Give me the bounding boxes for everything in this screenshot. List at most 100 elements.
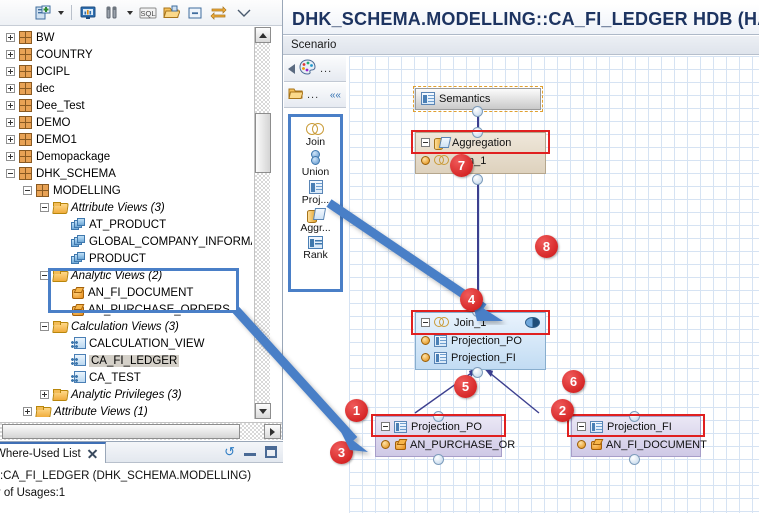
collapse-minus-icon[interactable]: [577, 422, 586, 431]
node-projection-po-input-port[interactable]: [433, 454, 444, 465]
node-projection-po-output-port[interactable]: [433, 411, 444, 422]
collapse-minus-icon[interactable]: [40, 322, 49, 331]
tree-item[interactable]: Attribute Views (1): [0, 403, 252, 417]
tree-item[interactable]: AN_FI_DOCUMENT: [0, 284, 252, 301]
tree-item[interactable]: Analytic Privileges (3): [0, 386, 252, 403]
palette-item-union[interactable]: Union: [289, 150, 342, 179]
collapse-minus-icon[interactable]: [6, 169, 15, 178]
palette-icon[interactable]: [299, 59, 316, 78]
maximize-icon[interactable]: [265, 446, 277, 458]
node-join1-child-fi[interactable]: Projection_FI: [416, 349, 545, 366]
tree-item[interactable]: AN_PURCHASE_ORDERS: [0, 301, 252, 318]
collapse-all-icon[interactable]: [184, 3, 206, 23]
node-join1[interactable]: Join_1 Projection_PO Projection_FI: [415, 312, 546, 370]
tree-item[interactable]: AT_PRODUCT: [0, 216, 252, 233]
tree-item[interactable]: GLOBAL_COMPANY_INFORMAT: [0, 233, 252, 250]
node-projection-fi-output-port[interactable]: [629, 411, 640, 422]
node-aggregation-child[interactable]: Join_1: [416, 152, 545, 169]
tree-item[interactable]: DHK_SCHEMA: [0, 165, 252, 182]
collapse-minus-icon[interactable]: [40, 271, 49, 280]
badge-5: 5: [454, 375, 477, 398]
tree-item[interactable]: DCIPL: [0, 63, 252, 80]
node-join1-child-po[interactable]: Projection_PO: [416, 332, 545, 349]
expand-plus-icon[interactable]: [6, 101, 15, 110]
tree-item[interactable]: dec: [0, 80, 252, 97]
tree-item[interactable]: Attribute Views (3): [0, 199, 252, 216]
tree-item[interactable]: Dee_Test: [0, 97, 252, 114]
collapse-minus-icon[interactable]: [381, 422, 390, 431]
expand-plus-icon[interactable]: [6, 33, 15, 42]
collapse-arrow-icon[interactable]: [288, 64, 295, 74]
explorer-horizontal-scrollbar[interactable]: [0, 422, 283, 440]
schema-icon: [36, 184, 49, 197]
tree-item[interactable]: CA_TEST: [0, 369, 252, 386]
open-folder-icon[interactable]: [161, 3, 183, 23]
tree-item[interactable]: BW: [0, 29, 252, 46]
palette-item-projection[interactable]: Proj...: [289, 180, 342, 207]
sql-console-icon[interactable]: SQL: [137, 3, 159, 23]
tree-item[interactable]: Analytic Views (2): [0, 267, 252, 284]
scroll-up-arrow-icon[interactable]: [255, 27, 271, 43]
node-aggregation[interactable]: Aggregation Join_1: [415, 132, 546, 174]
explorer-vertical-scrollbar[interactable]: [254, 27, 270, 419]
scroll-right-arrow-icon[interactable]: [264, 424, 281, 439]
folder-icon[interactable]: [288, 87, 303, 103]
tree-item[interactable]: DEMO1: [0, 131, 252, 148]
join-icon: [306, 123, 326, 136]
node-aggregation-output-port[interactable]: [472, 127, 483, 138]
restore-chevrons-icon[interactable]: ««: [330, 90, 341, 101]
palette-item-rank[interactable]: Rank: [289, 236, 342, 262]
node-projection-fi-input-port[interactable]: [629, 454, 640, 465]
expand-plus-icon[interactable]: [6, 135, 15, 144]
vertical-scrollbar-thumb[interactable]: [255, 113, 271, 173]
tree-item[interactable]: PRODUCT: [0, 250, 252, 267]
expand-plus-icon[interactable]: [6, 84, 15, 93]
palette-general-dots[interactable]: ...: [307, 89, 319, 101]
node-projection-po[interactable]: Projection_PO AN_PURCHASE_OR: [375, 416, 502, 457]
node-projection-fi[interactable]: Projection_FI AN_FI_DOCUMENT: [571, 416, 701, 457]
tools-icon[interactable]: [101, 3, 123, 23]
tree-item[interactable]: CA_FI_LEDGER: [0, 352, 252, 369]
palette-overflow-dots[interactable]: ...: [320, 63, 332, 75]
collapse-minus-icon[interactable]: [40, 203, 49, 212]
collapse-minus-icon[interactable]: [421, 138, 430, 147]
palette-item-join[interactable]: Join: [289, 123, 342, 149]
view-menu-chevron-icon[interactable]: [233, 3, 255, 23]
minimize-icon[interactable]: [244, 446, 256, 458]
collapse-minus-icon[interactable]: [23, 186, 32, 195]
system-monitor-icon[interactable]: [77, 3, 99, 23]
node-semantics-input-port[interactable]: [472, 106, 483, 117]
node-aggregation-input-port[interactable]: [472, 174, 483, 185]
expand-plus-icon[interactable]: [23, 407, 32, 416]
refresh-sync-icon[interactable]: [208, 3, 230, 23]
node-projection-fi-child[interactable]: AN_FI_DOCUMENT: [572, 436, 700, 453]
refresh-icon[interactable]: ↺: [224, 445, 235, 458]
tree-item-label: Calculation Views (3): [71, 321, 179, 333]
expand-plus-icon[interactable]: [40, 390, 49, 399]
schema-icon: [19, 31, 32, 44]
tab-where-used-list[interactable]: Where-Used List: [0, 442, 106, 463]
expand-plus-icon[interactable]: [6, 50, 15, 59]
tree-item-label: PRODUCT: [89, 253, 146, 265]
expand-plus-icon[interactable]: [6, 118, 15, 127]
expand-plus-icon[interactable]: [6, 152, 15, 161]
palette-item-aggregation[interactable]: Aggr...: [289, 208, 342, 235]
expand-plus-icon[interactable]: [6, 67, 15, 76]
tree-item[interactable]: DEMO: [0, 114, 252, 131]
tree-item[interactable]: CALCULATION_VIEW: [0, 335, 252, 352]
new-dropdown-caret-icon[interactable]: [56, 3, 67, 23]
systems-tree[interactable]: BWCOUNTRYDCIPLdecDee_TestDEMODEMO1Demopa…: [0, 27, 252, 417]
scenario-canvas[interactable]: Semantics Aggregation Join_1: [349, 56, 759, 513]
tree-item[interactable]: COUNTRY: [0, 46, 252, 63]
collapse-minus-icon[interactable]: [421, 318, 430, 327]
tree-item[interactable]: MODELLING: [0, 182, 252, 199]
new-folder-icon[interactable]: [32, 3, 54, 23]
tree-item[interactable]: Calculation Views (3): [0, 318, 252, 335]
node-projection-po-child[interactable]: AN_PURCHASE_OR: [376, 436, 501, 453]
node-join1-input-port[interactable]: [472, 367, 483, 378]
tree-item[interactable]: Demopackage: [0, 148, 252, 165]
close-icon[interactable]: [87, 449, 97, 459]
scroll-down-arrow-icon[interactable]: [255, 403, 271, 419]
horizontal-scrollbar-thumb[interactable]: [2, 424, 240, 439]
tools-dropdown-caret-icon[interactable]: [124, 3, 135, 23]
